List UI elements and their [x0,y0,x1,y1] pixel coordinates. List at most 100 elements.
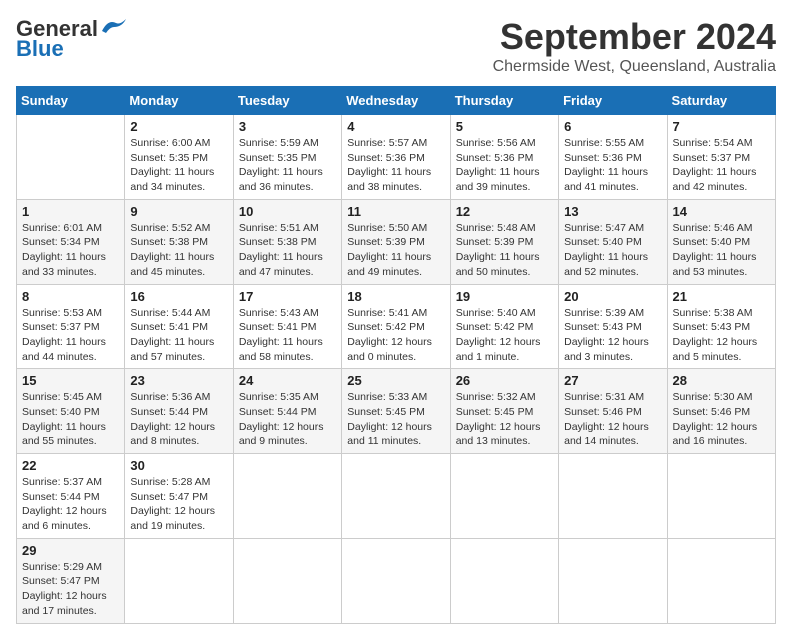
calendar-day-12: 12 Sunrise: 5:48 AM Sunset: 5:39 PM Dayl… [450,199,558,284]
day-info: Sunrise: 5:59 AM Sunset: 5:35 PM Dayligh… [239,136,336,195]
day-info: Sunrise: 5:46 AM Sunset: 5:40 PM Dayligh… [673,221,770,280]
day-number: 5 [456,119,553,134]
day-number: 23 [130,373,227,388]
col-header-friday: Friday [559,87,667,115]
calendar-day-21: 21 Sunrise: 5:38 AM Sunset: 5:43 PM Dayl… [667,284,775,369]
calendar-day-28: 28 Sunrise: 5:30 AM Sunset: 5:46 PM Dayl… [667,369,775,454]
day-info: Sunrise: 5:45 AM Sunset: 5:40 PM Dayligh… [22,390,119,449]
calendar-day-18: 18 Sunrise: 5:41 AM Sunset: 5:42 PM Dayl… [342,284,450,369]
logo-blue: Blue [16,36,64,62]
day-info: Sunrise: 5:35 AM Sunset: 5:44 PM Dayligh… [239,390,336,449]
day-number: 8 [22,289,119,304]
calendar-day-27: 27 Sunrise: 5:31 AM Sunset: 5:46 PM Dayl… [559,369,667,454]
calendar-day-20: 20 Sunrise: 5:39 AM Sunset: 5:43 PM Dayl… [559,284,667,369]
day-number: 7 [673,119,770,134]
day-info: Sunrise: 5:32 AM Sunset: 5:45 PM Dayligh… [456,390,553,449]
day-number: 16 [130,289,227,304]
title-block: September 2024 Chermside West, Queenslan… [493,16,776,76]
day-number: 1 [22,204,119,219]
day-info: Sunrise: 5:57 AM Sunset: 5:36 PM Dayligh… [347,136,444,195]
calendar-day-3: 3 Sunrise: 5:59 AM Sunset: 5:35 PM Dayli… [233,115,341,200]
col-header-tuesday: Tuesday [233,87,341,115]
day-number: 17 [239,289,336,304]
day-info: Sunrise: 5:53 AM Sunset: 5:37 PM Dayligh… [22,306,119,365]
day-info: Sunrise: 5:51 AM Sunset: 5:38 PM Dayligh… [239,221,336,280]
calendar-day-25: 25 Sunrise: 5:33 AM Sunset: 5:45 PM Dayl… [342,369,450,454]
day-info: Sunrise: 5:54 AM Sunset: 5:37 PM Dayligh… [673,136,770,195]
calendar-day-7: 7 Sunrise: 5:54 AM Sunset: 5:37 PM Dayli… [667,115,775,200]
day-number: 15 [22,373,119,388]
col-header-saturday: Saturday [667,87,775,115]
col-header-monday: Monday [125,87,233,115]
day-info: Sunrise: 5:39 AM Sunset: 5:43 PM Dayligh… [564,306,661,365]
calendar-day-10: 10 Sunrise: 5:51 AM Sunset: 5:38 PM Dayl… [233,199,341,284]
day-info: Sunrise: 5:55 AM Sunset: 5:36 PM Dayligh… [564,136,661,195]
calendar-week-3: 8 Sunrise: 5:53 AM Sunset: 5:37 PM Dayli… [17,284,776,369]
calendar-day-24: 24 Sunrise: 5:35 AM Sunset: 5:44 PM Dayl… [233,369,341,454]
location: Chermside West, Queensland, Australia [493,58,776,76]
calendar-day-17: 17 Sunrise: 5:43 AM Sunset: 5:41 PM Dayl… [233,284,341,369]
day-info: Sunrise: 5:38 AM Sunset: 5:43 PM Dayligh… [673,306,770,365]
day-info: Sunrise: 6:00 AM Sunset: 5:35 PM Dayligh… [130,136,227,195]
calendar-table: SundayMondayTuesdayWednesdayThursdayFrid… [16,86,776,624]
calendar-day-5: 5 Sunrise: 5:56 AM Sunset: 5:36 PM Dayli… [450,115,558,200]
calendar-empty [667,538,775,623]
calendar-day-29: 29 Sunrise: 5:29 AM Sunset: 5:47 PM Dayl… [17,538,125,623]
day-info: Sunrise: 5:36 AM Sunset: 5:44 PM Dayligh… [130,390,227,449]
day-number: 14 [673,204,770,219]
calendar-day-9: 9 Sunrise: 5:52 AM Sunset: 5:38 PM Dayli… [125,199,233,284]
col-header-thursday: Thursday [450,87,558,115]
month-title: September 2024 [493,16,776,58]
calendar-empty [233,538,341,623]
calendar-day-16: 16 Sunrise: 5:44 AM Sunset: 5:41 PM Dayl… [125,284,233,369]
day-number: 22 [22,458,119,473]
calendar-header-row: SundayMondayTuesdayWednesdayThursdayFrid… [17,87,776,115]
calendar-week-2: 1 Sunrise: 6:01 AM Sunset: 5:34 PM Dayli… [17,199,776,284]
day-number: 3 [239,119,336,134]
calendar-empty [450,538,558,623]
calendar-day-23: 23 Sunrise: 5:36 AM Sunset: 5:44 PM Dayl… [125,369,233,454]
day-info: Sunrise: 5:47 AM Sunset: 5:40 PM Dayligh… [564,221,661,280]
calendar-day-8: 8 Sunrise: 5:53 AM Sunset: 5:37 PM Dayli… [17,284,125,369]
day-info: Sunrise: 5:41 AM Sunset: 5:42 PM Dayligh… [347,306,444,365]
page-header: General Blue September 2024 Chermside We… [16,16,776,76]
calendar-day-15: 15 Sunrise: 5:45 AM Sunset: 5:40 PM Dayl… [17,369,125,454]
logo: General Blue [16,16,128,62]
day-info: Sunrise: 5:48 AM Sunset: 5:39 PM Dayligh… [456,221,553,280]
calendar-empty [125,538,233,623]
day-number: 25 [347,373,444,388]
calendar-empty [450,454,558,539]
day-number: 21 [673,289,770,304]
calendar-empty [667,454,775,539]
calendar-week-5: 22 Sunrise: 5:37 AM Sunset: 5:44 PM Dayl… [17,454,776,539]
calendar-day-14: 14 Sunrise: 5:46 AM Sunset: 5:40 PM Dayl… [667,199,775,284]
day-number: 12 [456,204,553,219]
day-info: Sunrise: 5:56 AM Sunset: 5:36 PM Dayligh… [456,136,553,195]
day-number: 26 [456,373,553,388]
day-info: Sunrise: 5:43 AM Sunset: 5:41 PM Dayligh… [239,306,336,365]
day-info: Sunrise: 5:29 AM Sunset: 5:47 PM Dayligh… [22,560,119,619]
day-number: 30 [130,458,227,473]
day-info: Sunrise: 5:33 AM Sunset: 5:45 PM Dayligh… [347,390,444,449]
day-number: 2 [130,119,227,134]
col-header-sunday: Sunday [17,87,125,115]
calendar-empty [342,454,450,539]
calendar-day-2: 2 Sunrise: 6:00 AM Sunset: 5:35 PM Dayli… [125,115,233,200]
day-number: 27 [564,373,661,388]
day-info: Sunrise: 5:31 AM Sunset: 5:46 PM Dayligh… [564,390,661,449]
calendar-day-22: 22 Sunrise: 5:37 AM Sunset: 5:44 PM Dayl… [17,454,125,539]
calendar-day-6: 6 Sunrise: 5:55 AM Sunset: 5:36 PM Dayli… [559,115,667,200]
calendar-day-26: 26 Sunrise: 5:32 AM Sunset: 5:45 PM Dayl… [450,369,558,454]
day-number: 19 [456,289,553,304]
day-number: 11 [347,204,444,219]
day-number: 13 [564,204,661,219]
calendar-empty [559,538,667,623]
day-number: 29 [22,543,119,558]
day-number: 10 [239,204,336,219]
calendar-week-6: 29 Sunrise: 5:29 AM Sunset: 5:47 PM Dayl… [17,538,776,623]
day-number: 18 [347,289,444,304]
calendar-day-19: 19 Sunrise: 5:40 AM Sunset: 5:42 PM Dayl… [450,284,558,369]
day-info: Sunrise: 6:01 AM Sunset: 5:34 PM Dayligh… [22,221,119,280]
calendar-empty [17,115,125,200]
day-info: Sunrise: 5:50 AM Sunset: 5:39 PM Dayligh… [347,221,444,280]
